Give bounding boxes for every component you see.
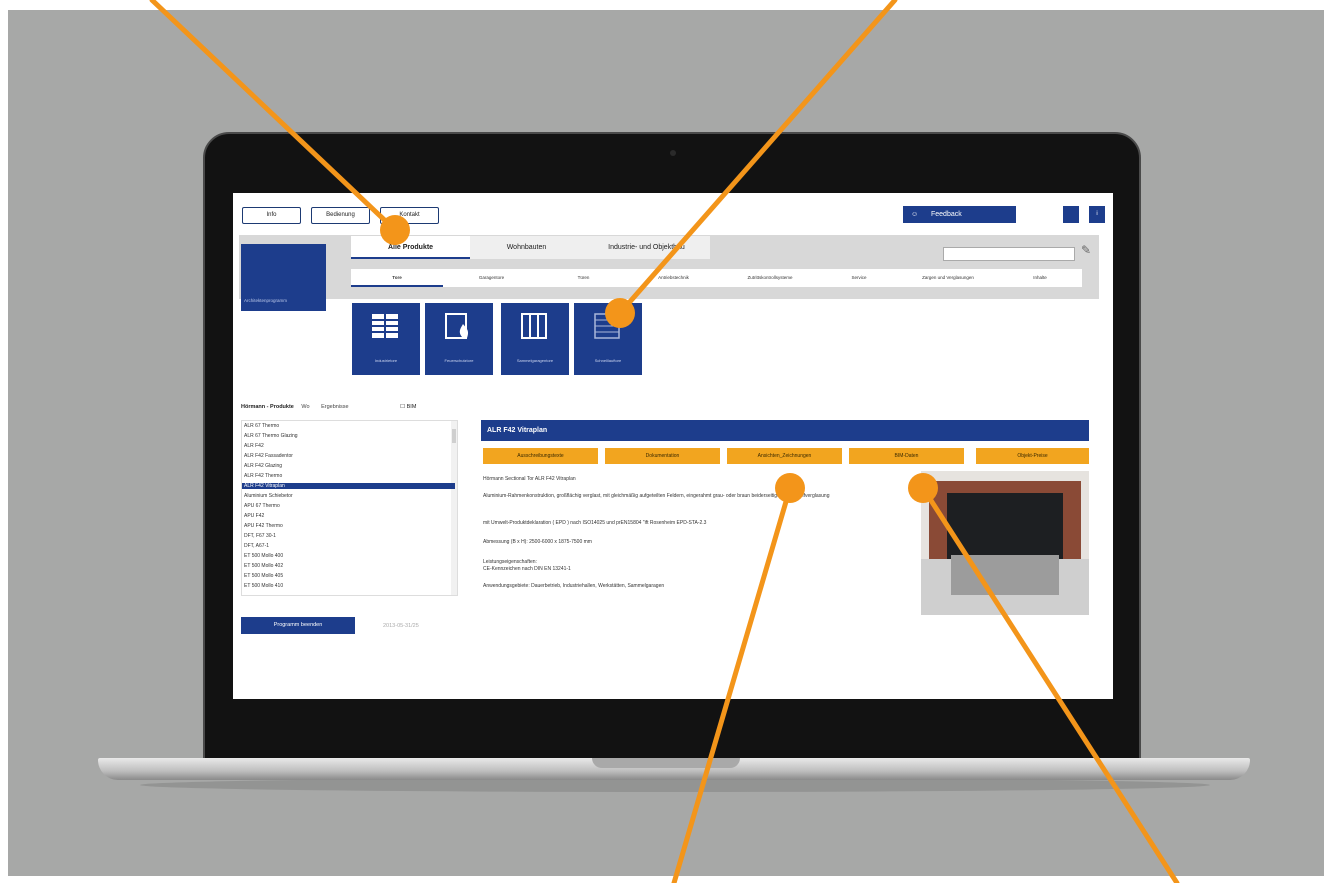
subtab-inhalte[interactable]: Inhalte <box>998 269 1082 287</box>
smiley-icon: ☺ <box>911 211 919 218</box>
camera-icon <box>670 150 676 156</box>
list-item[interactable]: ALR F42 Vitraplan <box>242 483 455 489</box>
photo-dock <box>951 555 1059 595</box>
list-item[interactable]: ALR 67 Thermo <box>244 423 448 429</box>
tab-wohnbauten[interactable]: Wohnbauten <box>470 236 583 259</box>
list-item[interactable]: ALR F42 Fassadentor <box>244 453 448 459</box>
bim-checkbox-label: BIM <box>406 404 417 410</box>
product-list-header: Hörmann - Produkte Wo Ergebnisse ☐ BIM <box>241 404 416 410</box>
tile-schnelllauftore[interactable]: Schnelllauftore <box>574 303 642 375</box>
info-button[interactable]: Info <box>242 207 301 224</box>
subtab-tueren[interactable]: Türen <box>540 269 627 287</box>
tile-feuerschutztore[interactable]: Feuerschutztore <box>425 303 493 375</box>
subtab-zutrittskontrolle[interactable]: Zutrittskontrollsysteme <box>720 269 820 287</box>
subtab-service[interactable]: Service <box>820 269 898 287</box>
garage-grid-icon <box>521 313 547 339</box>
action-ansichten-zeichnungen[interactable]: Ansichten_Zeichnungen <box>727 448 842 464</box>
action-dokumentation[interactable]: Dokumentation <box>605 448 720 464</box>
rolling-door-icon <box>594 313 620 339</box>
list-item[interactable]: ET 500 Mollo 405 <box>244 573 448 579</box>
tile-label: Sammelgaragentore <box>516 358 554 363</box>
action-ausschreibungstexte[interactable]: Ausschreibungstexte <box>483 448 598 464</box>
subtab-antriebstechnik[interactable]: Antriebstechnik <box>627 269 720 287</box>
list-item[interactable]: APU F42 Thermo <box>244 523 448 529</box>
product-photo <box>921 471 1089 615</box>
feedback-button[interactable]: ☺ Feedback <box>903 206 1016 223</box>
kontakt-button[interactable]: Kontakt <box>380 207 439 224</box>
desc-line-4: Abmessung (B x H): 2500-6000 x 1875-7500… <box>483 539 592 545</box>
list-item[interactable]: APU 67 Thermo <box>244 503 448 509</box>
tab-alle-produkte[interactable]: Alle Produkte <box>351 236 470 259</box>
tile-label: Schnelllauftore <box>594 358 622 363</box>
info-icon-button[interactable]: i <box>1089 206 1105 223</box>
desc-line-5: Leistungseigenschaften: <box>483 559 537 565</box>
sectional-door-icon <box>372 314 398 338</box>
list-scrollbar[interactable] <box>451 421 457 595</box>
action-bim-daten[interactable]: BIM-Daten <box>849 448 964 464</box>
laptop-shadow <box>140 778 1210 792</box>
action-objekt-preise[interactable]: Objekt-Preise <box>976 448 1089 464</box>
list-option-ergebnisse[interactable]: Ergebnisse <box>321 404 349 410</box>
list-item[interactable]: ALR 67 Thermo Glazing <box>244 433 448 439</box>
app-logo: Architektenprogramm <box>241 244 326 311</box>
list-item[interactable]: ALR F42 <box>244 443 448 449</box>
app-screen: Info Bedienung Kontakt ☺ Feedback i Arch… <box>233 193 1113 699</box>
product-list[interactable]: ALR 67 Thermo ALR 67 Thermo Glazing ALR F4… <box>241 420 458 596</box>
bim-checkbox[interactable]: ☐ BIM <box>400 404 416 410</box>
tile-label: Industrietore <box>374 358 398 363</box>
tile-sammelgaragentore[interactable]: Sammelgaragentore <box>501 303 569 375</box>
list-item[interactable]: DFT, A67-1 <box>244 543 448 549</box>
search-input[interactable] <box>943 247 1075 261</box>
subtab-tore[interactable]: Tore <box>351 269 443 287</box>
tab-industrie[interactable]: Industrie- und Objektbau <box>583 236 710 259</box>
date-stamp: 2013-05-31/25 <box>383 623 419 629</box>
fire-door-icon <box>445 313 469 339</box>
feedback-label: Feedback <box>931 211 962 218</box>
sub-navigation: Tore Garagentore Türen Antriebstechnik Z… <box>351 269 1082 287</box>
logo-text: Architektenprogramm <box>244 298 288 303</box>
share-button[interactable] <box>1063 206 1079 223</box>
desc-line-3: mit Umwelt-Produktdeklaration ( EPD ) na… <box>483 520 707 526</box>
product-title-bar: ALR F42 Vitraplan <box>481 420 1089 441</box>
subtab-garagentore[interactable]: Garagentore <box>443 269 540 287</box>
desc-line-2: Aluminium-Rahmenkonstruktion, großflächi… <box>483 493 830 499</box>
tile-industrietore[interactable]: Industrietore <box>352 303 420 375</box>
list-item[interactable]: ALR F42 Glazing <box>244 463 448 469</box>
list-item[interactable]: ET 500 Mollo 402 <box>244 563 448 569</box>
desc-line-7: Anwendungsgebiete: Dauerbetrieb, Industr… <box>483 583 665 589</box>
pencil-icon[interactable]: ✎ <box>1081 243 1091 257</box>
subtab-zargen[interactable]: Zargen und Verglasungen <box>898 269 998 287</box>
desc-line-1: Hörmann Sectional Tor ALR F42 Vitraplan <box>483 476 576 482</box>
list-item[interactable]: Aluminium Schiebetor <box>244 493 448 499</box>
bedienung-button[interactable]: Bedienung <box>311 207 370 224</box>
list-item[interactable]: ALR F42 Thermo <box>244 473 448 479</box>
laptop-notch <box>592 758 740 768</box>
list-item[interactable]: ET 500 Mollo 400 <box>244 553 448 559</box>
photo-door <box>947 493 1063 559</box>
list-item[interactable]: APU F42 <box>244 513 448 519</box>
list-option-wo[interactable]: Wo <box>301 404 309 410</box>
presentation-stage: Info Bedienung Kontakt ☺ Feedback i Arch… <box>0 0 1331 883</box>
list-item[interactable]: ET 500 Mollo 410 <box>244 583 448 589</box>
tile-label: Feuerschutztore <box>444 358 474 363</box>
desc-line-6: CE-Kennzeichen nach DIN EN 13241-1 <box>483 566 571 572</box>
program-exit-button[interactable]: Programm beenden <box>241 617 355 634</box>
list-item[interactable]: DFT, F67 30-1 <box>244 533 448 539</box>
list-title: Hörmann - Produkte <box>241 404 294 410</box>
